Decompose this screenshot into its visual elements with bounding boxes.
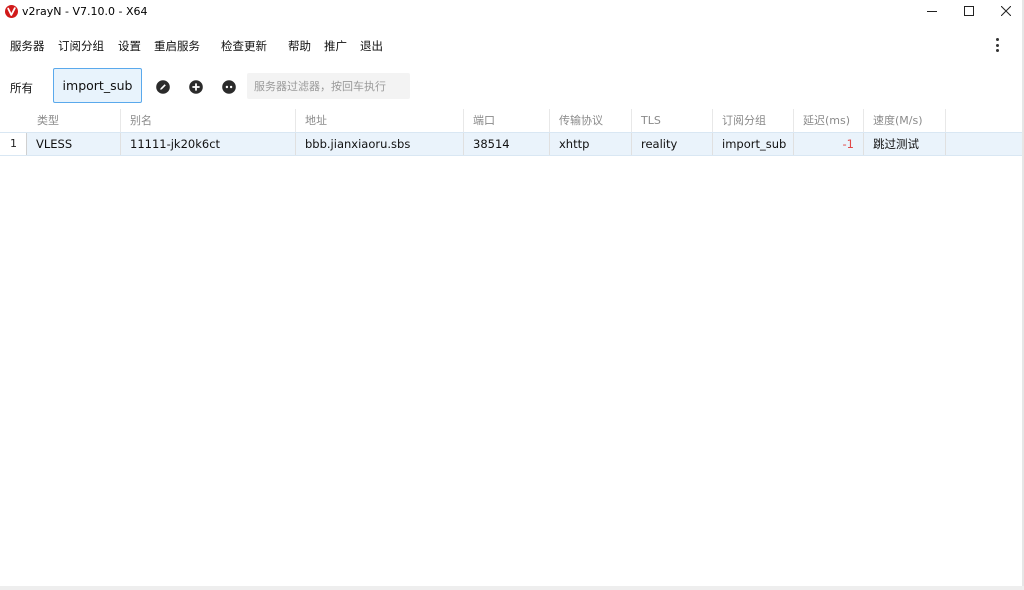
menu-help[interactable]: 帮助	[288, 38, 311, 54]
column-header-delay[interactable]: 延迟(ms)	[794, 109, 864, 132]
edit-subscription-button[interactable]	[155, 79, 170, 94]
cell-port: 38514	[464, 133, 550, 155]
cell-speed: 跳过测试	[864, 133, 946, 155]
tab-import-sub-label: import_sub	[62, 78, 133, 93]
column-header-transport[interactable]: 传输协议	[550, 109, 632, 132]
row-index: 1	[0, 133, 27, 155]
window-controls	[913, 0, 1024, 22]
maximize-button[interactable]	[950, 0, 987, 22]
menu-promotion[interactable]: 推广	[324, 38, 347, 54]
column-header-tls[interactable]: TLS	[632, 109, 713, 132]
minimize-icon	[926, 11, 937, 12]
cell-delay: -1	[794, 133, 864, 155]
plus-circle-icon	[188, 79, 203, 94]
close-button[interactable]	[987, 0, 1024, 22]
table-header: 类型 别名 地址 端口 传输协议 TLS 订阅分组 延迟(ms) 速度(M/s)	[0, 109, 1024, 132]
menu-settings[interactable]: 设置	[118, 38, 141, 54]
table-row[interactable]: 1 VLESS 11111-jk20k6ct bbb.jianxiaoru.sb…	[0, 132, 1024, 156]
cell-subgroup: import_sub	[713, 133, 794, 155]
column-header-speed[interactable]: 速度(M/s)	[864, 109, 946, 132]
cell-tls: reality	[632, 133, 713, 155]
tab-all[interactable]: 所有	[10, 80, 33, 96]
tab-import-sub[interactable]: import_sub	[53, 68, 142, 103]
column-header-port[interactable]: 端口	[464, 109, 550, 132]
close-icon	[1000, 6, 1011, 16]
ellipsis-circle-icon	[221, 79, 236, 94]
menu-restart-service[interactable]: 重启服务	[154, 38, 200, 54]
more-options-icon[interactable]	[992, 37, 1002, 53]
add-subscription-button[interactable]	[188, 79, 203, 94]
column-header-subgroup[interactable]: 订阅分组	[713, 109, 794, 132]
title-bar[interactable]: v2rayN - V7.10.0 - X64	[0, 0, 1024, 22]
cell-address: bbb.jianxiaoru.sbs	[296, 133, 464, 155]
window-title: v2rayN - V7.10.0 - X64	[22, 4, 148, 18]
minimize-button[interactable]	[913, 0, 950, 22]
column-header-alias[interactable]: 别名	[121, 109, 296, 132]
app-window: v2rayN - V7.10.0 - X64 服务器 订阅分组 设置 重启服务 …	[0, 0, 1024, 590]
menu-subscription-group[interactable]: 订阅分组	[58, 38, 104, 54]
column-header-address[interactable]: 地址	[296, 109, 464, 132]
edit-icon	[155, 79, 170, 94]
cell-alias: 11111-jk20k6ct	[121, 133, 296, 155]
cell-type: VLESS	[27, 133, 121, 155]
server-filter-input[interactable]	[247, 73, 410, 99]
cell-transport: xhttp	[550, 133, 632, 155]
menu-exit[interactable]: 退出	[360, 38, 383, 54]
v2rayn-logo-icon	[5, 4, 18, 18]
maximize-icon	[963, 6, 974, 16]
server-table: 类型 别名 地址 端口 传输协议 TLS 订阅分组 延迟(ms) 速度(M/s)…	[0, 109, 1024, 156]
toolbar: 所有 import_sub	[0, 66, 1024, 108]
column-header-type[interactable]: 类型	[27, 109, 121, 132]
menu-check-update[interactable]: 检查更新	[221, 38, 267, 54]
menu-servers[interactable]: 服务器	[10, 38, 45, 54]
menu-bar: 服务器 订阅分组 设置 重启服务 检查更新 帮助 推广 退出	[0, 34, 1024, 58]
more-subscription-button[interactable]	[221, 79, 236, 94]
status-strip	[0, 586, 1024, 590]
